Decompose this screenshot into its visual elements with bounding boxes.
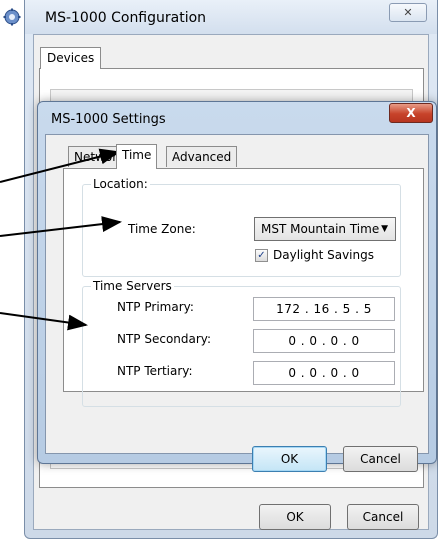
- time-servers-group: Time Servers NTP Primary: 172 . 16 . 5 .…: [82, 279, 401, 407]
- outer-close-button[interactable]: ✕: [389, 3, 427, 22]
- settings-dialog: MS-1000 Settings X Network Time Advanced…: [37, 101, 437, 472]
- dialog-ok-button[interactable]: OK: [252, 446, 327, 472]
- ntp-primary-label: NTP Primary:: [117, 300, 194, 314]
- time-zone-select[interactable]: MST Mountain Time ▼: [254, 217, 396, 241]
- location-legend: Location:: [91, 177, 150, 191]
- daylight-savings-checkbox[interactable]: ✓: [255, 249, 268, 262]
- time-tab-panel: Location: Time Zone: MST Mountain Time ▼…: [63, 168, 424, 407]
- time-zone-value: MST Mountain Time: [261, 222, 380, 236]
- dialog-client-area: Network Time Advanced Location: Time Zon…: [45, 134, 429, 472]
- dialog-close-button[interactable]: X: [389, 103, 433, 123]
- tab-time[interactable]: Time: [116, 144, 158, 169]
- outer-window-title: MS-1000 Configuration: [45, 10, 207, 26]
- outer-ok-button[interactable]: OK: [259, 504, 331, 530]
- ntp-secondary-label: NTP Secondary:: [117, 332, 212, 346]
- time-zone-label: Time Zone:: [128, 222, 196, 236]
- chevron-down-icon: ▼: [381, 224, 388, 234]
- daylight-savings-label: Daylight Savings: [273, 248, 374, 262]
- ntp-tertiary-label: NTP Tertiary:: [117, 364, 193, 378]
- outer-cancel-button[interactable]: Cancel: [347, 504, 419, 530]
- gear-icon: [3, 8, 21, 26]
- ntp-secondary-field[interactable]: 0 . 0 . 0 . 0: [253, 329, 395, 353]
- location-group: Location: Time Zone: MST Mountain Time ▼…: [82, 177, 401, 277]
- tab-advanced[interactable]: Advanced: [166, 146, 238, 167]
- dialog-cancel-button[interactable]: Cancel: [343, 446, 418, 472]
- tab-devices[interactable]: Devices: [40, 47, 102, 69]
- ntp-tertiary-field[interactable]: 0 . 0 . 0 . 0: [253, 361, 395, 385]
- outer-titlebar: MS-1000 Configuration ✕: [25, 0, 437, 34]
- time-servers-legend: Time Servers: [91, 279, 174, 293]
- dialog-title: MS-1000 Settings: [51, 112, 166, 127]
- ntp-primary-field[interactable]: 172 . 16 . 5 . 5: [253, 297, 395, 321]
